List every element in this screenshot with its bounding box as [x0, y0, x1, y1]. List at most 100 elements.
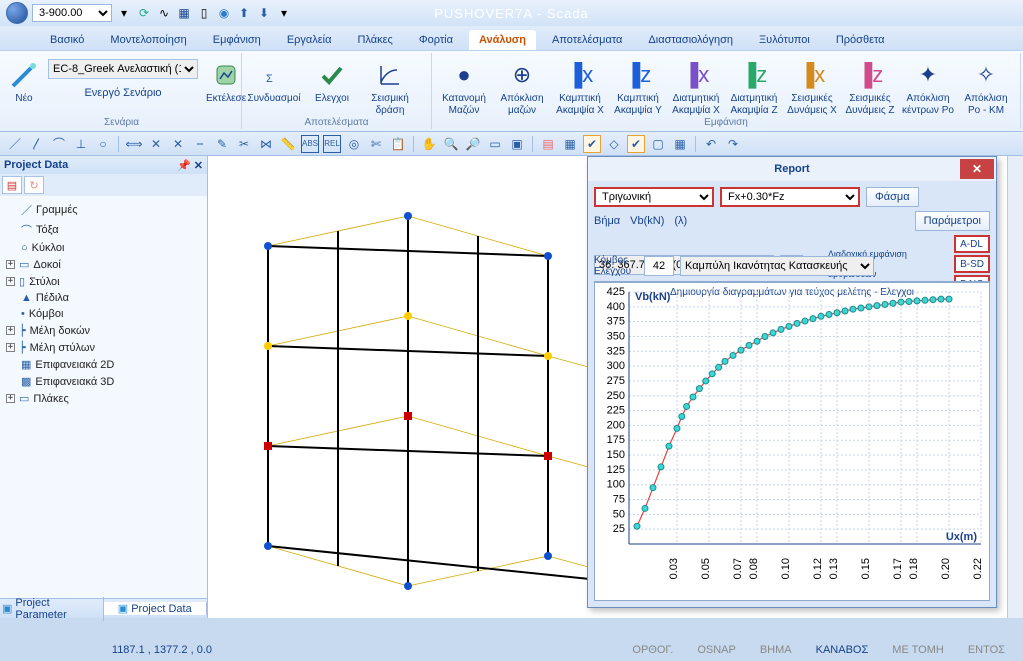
curve-select[interactable]: Καμπύλη Ικανότητας Κατασκευής: [680, 256, 874, 276]
tag-b-sd[interactable]: B-SD: [954, 255, 990, 273]
toggle-5-icon[interactable]: ▦: [671, 135, 689, 153]
ribbon-tab-7[interactable]: Αποτελέσματα: [542, 30, 632, 50]
tree-icon: ▦: [21, 358, 31, 371]
tool-x-icon[interactable]: ✕: [147, 135, 165, 153]
tree-item-4[interactable]: +▯Στύλοι: [2, 273, 205, 290]
redo-icon[interactable]: ↷: [724, 135, 742, 153]
expander-icon[interactable]: +: [6, 326, 15, 335]
ribbon-tab-1[interactable]: Μοντελοποίηση: [100, 30, 196, 50]
qat-globe-icon[interactable]: ◉: [216, 5, 232, 21]
sidebar-pin-icon[interactable]: 📌 ✕: [177, 159, 203, 172]
tree-item-7[interactable]: +┝Μέλη δοκών: [2, 322, 205, 339]
tool-circle-icon[interactable]: ○: [94, 135, 112, 153]
status-step[interactable]: ΒΗΜΑ: [760, 644, 792, 656]
undo-icon[interactable]: ↶: [702, 135, 720, 153]
model-canvas[interactable]: Report ✕ Τριγωνική Fx+0.30*Fz Φάσμα Βήμα…: [208, 156, 1007, 618]
params-button[interactable]: Παράμετροι: [915, 211, 990, 231]
toggle-1-icon[interactable]: ✔: [583, 135, 601, 153]
control-node-input[interactable]: [644, 256, 674, 276]
qat-bolt-icon[interactable]: ∿: [156, 5, 172, 21]
expander-icon[interactable]: +: [6, 343, 15, 352]
vertical-scrollbar[interactable]: [1007, 156, 1023, 618]
tool-line-icon[interactable]: ／: [6, 135, 24, 153]
toggle-2-icon[interactable]: ◇: [605, 135, 623, 153]
tool-rel-icon[interactable]: REL: [323, 135, 341, 153]
zoom-out-icon[interactable]: 🔎: [464, 135, 482, 153]
tree-item-8[interactable]: +┝Μέλη στύλων: [2, 339, 205, 356]
qat-icon-1[interactable]: ▾: [116, 5, 132, 21]
tool-paste-icon[interactable]: 📋: [389, 135, 407, 153]
tool-dim-icon[interactable]: ⟺: [125, 135, 143, 153]
tool-abs-icon[interactable]: ABS: [301, 135, 319, 153]
qat-refresh-icon[interactable]: ⟳: [136, 5, 152, 21]
expander-icon[interactable]: +: [6, 277, 15, 286]
report-close-button[interactable]: ✕: [960, 159, 994, 179]
tree-item-2[interactable]: ○Κύκλοι: [2, 240, 205, 256]
tree-item-6[interactable]: •Κόμβοι: [2, 306, 205, 322]
qat-up-icon[interactable]: ⬆: [236, 5, 252, 21]
tree-item-10[interactable]: ▩Επιφανειακά 3D: [2, 373, 205, 390]
tool-ruler-icon[interactable]: 📏: [279, 135, 297, 153]
tree-item-3[interactable]: +▭Δοκοί: [2, 256, 205, 273]
scenario-select[interactable]: EC-8_Greek Ανελαστική (1): [48, 59, 198, 79]
status-inside[interactable]: ΕΝΤΟΣ: [968, 644, 1005, 656]
ribbon-tab-5[interactable]: Φορτία: [409, 30, 463, 50]
tree-item-1[interactable]: ⌒Τόξα: [2, 220, 205, 240]
app-orb[interactable]: [6, 2, 28, 24]
tree-item-label: Δοκοί: [33, 259, 60, 271]
zoom-in-icon[interactable]: 🔍: [442, 135, 460, 153]
ribbon-tab-10[interactable]: Πρόσθετα: [826, 30, 895, 50]
scale-combo[interactable]: 3-900.00: [32, 4, 112, 22]
tool-arc-icon[interactable]: ⌒: [50, 135, 68, 153]
layers-icon[interactable]: ▤: [539, 135, 557, 153]
tool-x2-icon[interactable]: ✕: [169, 135, 187, 153]
ribbon-tab-2[interactable]: Εμφάνιση: [203, 30, 271, 50]
tree-item-9[interactable]: ▦Επιφανειακά 2D: [2, 356, 205, 373]
status-osnap[interactable]: OSNAP: [697, 644, 736, 656]
tag-a-dl[interactable]: A-DL: [954, 235, 990, 253]
qat-more-icon[interactable]: ▾: [276, 5, 292, 21]
tool-dash-icon[interactable]: ⎯: [191, 135, 209, 153]
status-grid[interactable]: ΚΑΝΑΒΟΣ: [816, 644, 869, 656]
qat-grid-icon[interactable]: ▦: [176, 5, 192, 21]
status-ortho[interactable]: ΟΡΘΟΓ.: [632, 644, 673, 656]
tool-cross-icon[interactable]: ✂: [235, 135, 253, 153]
ribbon-tab-8[interactable]: Διαστασιολόγηση: [638, 30, 743, 50]
tree-item-0[interactable]: ／Γραμμές: [2, 200, 205, 220]
tool-join-icon[interactable]: ⋈: [257, 135, 275, 153]
qat-building-icon[interactable]: ▯: [196, 5, 212, 21]
tool-hand-icon[interactable]: ✋: [420, 135, 438, 153]
combination-select[interactable]: Fx+0.30*Fz: [720, 187, 860, 207]
tool-edit-icon[interactable]: ✎: [213, 135, 231, 153]
ribbon-tab-3[interactable]: Εργαλεία: [277, 30, 342, 50]
svg-text:125: 125: [607, 464, 625, 476]
status-section[interactable]: ΜΕ ΤΟΜΗ: [892, 644, 944, 656]
sidebar-tab-filter-icon[interactable]: ▤: [2, 176, 22, 194]
tool-polyline-icon[interactable]: 〳: [28, 135, 46, 153]
zoom-all-icon[interactable]: ▣: [508, 135, 526, 153]
ribbon-tab-0[interactable]: Βασικό: [40, 30, 94, 50]
tree-item-11[interactable]: +▭Πλάκες: [2, 390, 205, 407]
ribbon-tab-6[interactable]: Ανάλυση: [469, 30, 536, 50]
blocks-icon[interactable]: ▦: [561, 135, 579, 153]
tree-item-5[interactable]: ▲Πέδιλα: [2, 290, 205, 306]
tree-icon: ┝: [19, 341, 26, 354]
tool-perp-icon[interactable]: ⊥: [72, 135, 90, 153]
method-select[interactable]: Τριγωνική: [594, 187, 714, 207]
ribbon-tab-4[interactable]: Πλάκες: [347, 30, 402, 50]
tab-project-parameter[interactable]: ▣Project Parameter: [0, 597, 104, 621]
expander-icon[interactable]: +: [6, 260, 15, 269]
group-title-results: Αποτελέσματα: [242, 117, 431, 128]
sidebar-tab-refresh-icon[interactable]: ↻: [24, 176, 44, 194]
ribbon-tab-9[interactable]: Ξυλότυποι: [749, 30, 820, 50]
expander-icon[interactable]: +: [6, 394, 15, 403]
tab-project-data[interactable]: ▣Project Data: [104, 602, 208, 615]
qat-down-icon[interactable]: ⬇: [256, 5, 272, 21]
toggle-3-icon[interactable]: ✔: [627, 135, 645, 153]
tool-target-icon[interactable]: ◎: [345, 135, 363, 153]
zoom-region-icon[interactable]: ▭: [486, 135, 504, 153]
project-tree[interactable]: ／Γραμμές⌒Τόξα○Κύκλοι+▭Δοκοί+▯Στύλοι▲Πέδι…: [0, 196, 207, 598]
toggle-4-icon[interactable]: ▢: [649, 135, 667, 153]
tool-clip-icon[interactable]: ✄: [367, 135, 385, 153]
spectrum-button[interactable]: Φάσμα: [866, 187, 919, 207]
